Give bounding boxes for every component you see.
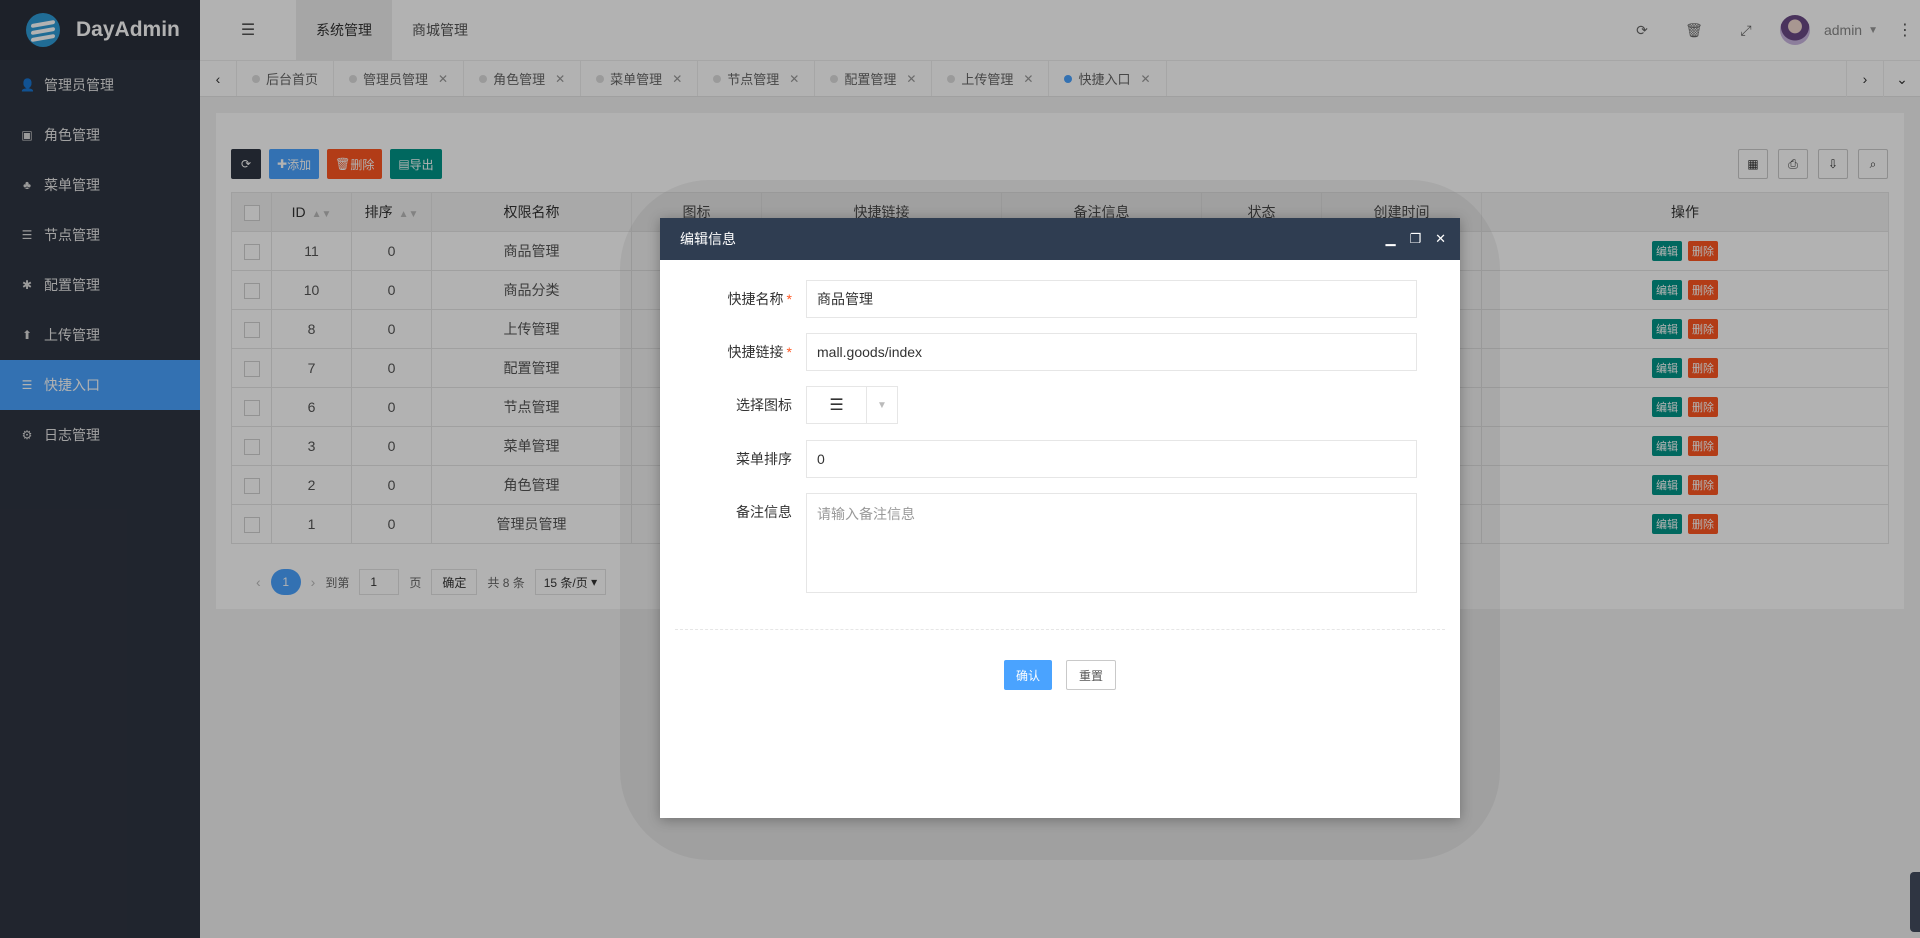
sort-input[interactable]: 0 xyxy=(806,440,1417,478)
icon-picker[interactable]: ☰ ▼ xyxy=(806,386,898,424)
form-row-link: 快捷链接 * mall.goods/index xyxy=(660,333,1460,371)
list-icon[interactable]: ☰ xyxy=(807,387,867,423)
dialog-buttons: 确认 重置 xyxy=(660,660,1460,690)
quick-name-input[interactable]: 商品管理 xyxy=(806,280,1417,318)
form-row-name: 快捷名称 * 商品管理 xyxy=(660,280,1460,318)
field-label: 选择图标 xyxy=(736,397,792,413)
dialog-controls: ▁ ❐ ✕ xyxy=(1371,218,1446,260)
reset-button[interactable]: 重置 xyxy=(1066,660,1117,690)
divider xyxy=(675,629,1445,630)
form-row-sort: 菜单排序 0 xyxy=(660,440,1460,478)
field-label: 快捷名称 * xyxy=(727,291,792,307)
dialog-header[interactable]: 编辑信息 ▁ ❐ ✕ xyxy=(660,218,1460,260)
field-label: 菜单排序 xyxy=(736,451,792,467)
field-label: 快捷链接 * xyxy=(727,344,792,360)
edit-dialog: 编辑信息 ▁ ❐ ✕ 快捷名称 * 商品管理 快捷链接 * mall.goods/i… xyxy=(660,218,1460,818)
remark-textarea[interactable]: 请输入备注信息 xyxy=(806,493,1417,593)
maximize-icon[interactable]: ❐ xyxy=(1409,231,1421,247)
caret-down-icon[interactable]: ▼ xyxy=(867,387,897,423)
quick-link-input[interactable]: mall.goods/index xyxy=(806,333,1417,371)
form-row-remark: 备注信息 请输入备注信息 xyxy=(660,493,1460,593)
dialog-title: 编辑信息 xyxy=(680,231,736,247)
minimize-icon[interactable]: ▁ xyxy=(1385,231,1395,247)
side-handle[interactable] xyxy=(1910,872,1920,932)
form-row-icon: 选择图标 ☰ ▼ xyxy=(660,386,1460,424)
field-label: 备注信息 xyxy=(736,504,792,520)
close-icon[interactable]: ✕ xyxy=(1435,231,1446,247)
confirm-button[interactable]: 确认 xyxy=(1003,660,1052,690)
